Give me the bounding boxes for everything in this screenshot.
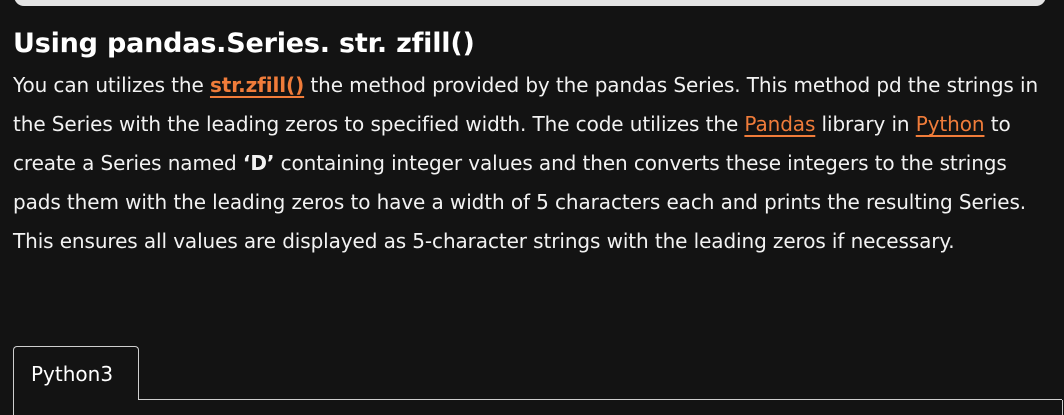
paragraph-text-3: library in [815, 112, 916, 136]
paragraph-text-1: You can utilizes the [13, 73, 210, 97]
code-block [13, 400, 1063, 415]
pandas-link[interactable]: Pandas [744, 112, 815, 136]
python-link[interactable]: Python [916, 112, 985, 136]
previous-code-block-edge [14, 0, 1046, 6]
section-heading: Using pandas.Series. str. zfill() [13, 28, 475, 59]
series-name-d: ‘D’ [242, 151, 275, 175]
str-zfill-link[interactable]: str.zfill() [210, 73, 304, 97]
tab-python3[interactable]: Python3 [13, 346, 139, 400]
section-paragraph: You can utilizes the str.zfill() the met… [13, 66, 1053, 261]
article-section: Using pandas.Series. str. zfill() You ca… [13, 24, 1053, 261]
code-tabs: Python3 [13, 346, 1063, 415]
